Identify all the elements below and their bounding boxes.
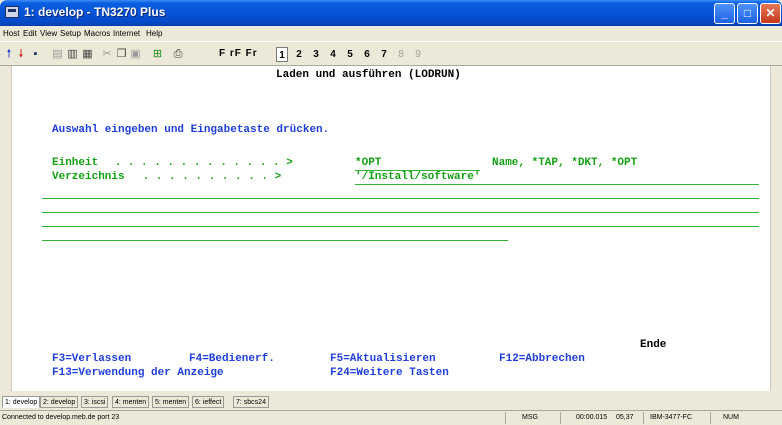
terminal-app-icon [5, 6, 19, 18]
session-9-button[interactable]: 9 [412, 47, 424, 62]
session-tabs: 1: develop 2: develop 3: iscsi 4: menten… [0, 395, 782, 409]
terminal-screen[interactable]: Laden und ausführen (LODRUN) Auswahl ein… [11, 66, 771, 391]
input-line-3[interactable] [42, 226, 759, 227]
f12-key[interactable]: F12=Abbrechen [499, 353, 585, 366]
keypad-icon[interactable]: ⊞ [152, 46, 163, 62]
menu-edit[interactable]: Edit [23, 29, 37, 38]
session-tab-7[interactable]: 7: sbcs24 [233, 396, 269, 408]
maximize-button[interactable]: □ [737, 3, 758, 24]
menu-view[interactable]: View [40, 29, 57, 38]
menu-setup[interactable]: Setup [60, 29, 81, 38]
session-3-button[interactable]: 3 [310, 47, 322, 62]
session-1-button[interactable]: 1 [276, 47, 288, 62]
input-line-4[interactable] [42, 240, 508, 241]
field-label-einheit: Einheit [52, 157, 99, 169]
copy-icon[interactable]: ❐ [116, 46, 127, 62]
title-bar[interactable]: 1: develop - TN3270 Plus _ □ ✕ [0, 0, 782, 26]
function-key-buttons[interactable]: F rF Fr [219, 46, 258, 62]
session-tab-1[interactable]: 1: develop [2, 396, 41, 408]
f5-key[interactable]: F5=Aktualisieren [330, 353, 436, 366]
input-line-2[interactable] [42, 212, 759, 213]
menu-macros[interactable]: Macros [84, 29, 110, 38]
num-lock-indicator: NUM [723, 414, 739, 421]
tn3270-window: 1: develop - TN3270 Plus _ □ ✕ Host Edit… [0, 0, 782, 425]
session-7-button[interactable]: 7 [378, 47, 390, 62]
einheit-hint: Name, *TAP, *DKT, *OPT [492, 157, 638, 169]
session-6-button[interactable]: 6 [361, 47, 373, 62]
field-dots-verzeichnis: . . . . . . . . . . > [136, 171, 282, 183]
session-tab-4[interactable]: 4: menten [112, 396, 150, 408]
einheit-field-underline [355, 170, 480, 171]
verzeichnis-field-underline [355, 184, 759, 185]
session-5-button[interactable]: 5 [344, 47, 356, 62]
transfer-file-icon[interactable]: ▦ [82, 46, 93, 62]
menu-bar: Host Edit View Setup Macros Internet Hel… [0, 26, 782, 41]
window-title: 1: develop - TN3270 Plus [24, 5, 166, 19]
menu-internet[interactable]: Internet [113, 29, 140, 38]
status-divider [643, 412, 644, 424]
einheit-input[interactable]: *OPT [355, 157, 381, 170]
toolbar: 🠕 🠗 ▪ ▤ ▥ ▦ ✂ ❐ ▣ ⊞ ⎙ F rF Fr 1 2 3 4 5 … [0, 41, 782, 66]
session-2-button[interactable]: 2 [293, 47, 305, 62]
verzeichnis-input[interactable]: '/Install/software' [355, 171, 480, 184]
cursor-position: 05,37 [616, 414, 634, 421]
status-divider [505, 412, 506, 424]
f4-key[interactable]: F4=Bedienerf. [189, 353, 275, 366]
status-bar: Connected to develop.meb.de port 23 MSG … [0, 410, 782, 425]
status-divider [560, 412, 561, 424]
f13-key[interactable]: F13=Verwendung der Anzeige [52, 367, 224, 380]
session-tab-5[interactable]: 5: menten [152, 396, 190, 408]
cut-icon[interactable]: ✂ [102, 46, 112, 62]
terminal-type: IBM-3477-FC [650, 414, 693, 421]
field-label-verzeichnis: Verzeichnis [52, 171, 125, 183]
transfer-send-icon[interactable]: ▤ [52, 46, 63, 62]
minimize-button[interactable]: _ [714, 3, 735, 24]
menu-host[interactable]: Host [3, 29, 19, 38]
session-tab-3[interactable]: 3: iscsi [81, 396, 109, 408]
save-icon[interactable]: ▪ [30, 46, 41, 62]
arrow-up-icon[interactable]: 🠕 [4, 46, 14, 62]
close-button[interactable]: ✕ [760, 3, 781, 24]
session-8-button[interactable]: 8 [395, 47, 407, 62]
paste-icon[interactable]: ▣ [130, 46, 141, 62]
screen-title: Laden und ausführen (LODRUN) [276, 69, 461, 81]
arrow-down-icon[interactable]: 🠗 [16, 46, 26, 62]
session-tab-6[interactable]: 6: ieffect [192, 396, 225, 408]
more-indicator: Ende [640, 339, 667, 351]
msg-indicator: MSG [522, 414, 538, 421]
transfer-receive-icon[interactable]: ▥ [67, 46, 78, 62]
instruction-text: Auswahl eingeben und Eingabetaste drücke… [52, 124, 330, 136]
connection-status: Connected to develop.meb.de port 23 [2, 414, 120, 421]
field-dots-einheit: . . . . . . . . . . . . . > [108, 157, 293, 169]
input-line-1[interactable] [42, 198, 759, 199]
f3-key[interactable]: F3=Verlassen [52, 353, 131, 366]
status-divider [710, 412, 711, 424]
timer-readout: 00:00.015 [576, 414, 608, 421]
session-4-button[interactable]: 4 [327, 47, 339, 62]
print-icon[interactable]: ⎙ [172, 46, 184, 62]
menu-help[interactable]: Help [146, 29, 162, 38]
session-tab-2[interactable]: 2: develop [40, 396, 79, 408]
f24-key[interactable]: F24=Weitere Tasten [330, 367, 449, 380]
